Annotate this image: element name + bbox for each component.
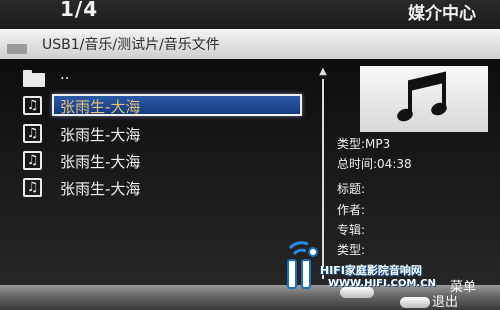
watermark-title: HIFI家庭影院音响网 [320, 264, 422, 277]
music-note-icon: ♫ [23, 124, 42, 143]
breadcrumb: USB1/音乐/测试片/音乐文件 [0, 29, 500, 59]
watermark: HIFI家庭影院音响网 WWW.HIFI.COM.CN [282, 238, 500, 296]
list-item-label: 张雨生-大海 [60, 153, 141, 171]
breadcrumb-path: USB1/音乐/测试片/音乐文件 [42, 37, 220, 53]
top-bar: 1/4 媒介中心 [0, 0, 500, 29]
list-item[interactable]: ♫ 张雨生-大海 [0, 94, 318, 120]
list-item-parent-folder[interactable]: .. [0, 65, 318, 93]
parent-folder-label: .. [60, 65, 70, 83]
info-title: 标题: [337, 182, 366, 196]
exit-button-icon[interactable] [400, 297, 430, 308]
music-notes-icon [397, 71, 447, 122]
info-artist: 作者: [337, 203, 366, 217]
list-item-label: 张雨生-大海 [60, 98, 141, 116]
list-item-label: 张雨生-大海 [60, 126, 141, 144]
arrow-up-icon[interactable]: ▲ [318, 67, 328, 77]
list-item[interactable]: ♫ 张雨生-大海 [0, 176, 318, 202]
watermark-url: WWW.HIFI.COM.CN [328, 278, 436, 289]
info-duration: 总时间:04:38 [337, 157, 412, 171]
music-note-icon: ♫ [23, 151, 42, 170]
info-album: 专辑: [337, 223, 366, 237]
music-note-icon: ♫ [23, 178, 42, 197]
folder-icon [23, 70, 45, 87]
list-item[interactable]: ♫ 张雨生-大海 [0, 149, 318, 175]
music-note-icon: ♫ [23, 96, 42, 115]
page-counter: 1/4 [60, 0, 99, 21]
file-list: .. ♫ 张雨生-大海 ♫ 张雨生-大海 ♫ 张雨生-大海 ♫ 张雨生-大海 [0, 59, 318, 285]
list-item-label: 张雨生-大海 [60, 180, 141, 198]
usb-drive-icon [7, 44, 27, 54]
info-type: 类型:MP3 [337, 137, 391, 151]
watermark-logo-icon [287, 241, 318, 289]
app-title: 媒介中心 [408, 4, 476, 24]
album-art [360, 66, 488, 132]
list-item[interactable]: ♫ 张雨生-大海 [0, 122, 318, 148]
